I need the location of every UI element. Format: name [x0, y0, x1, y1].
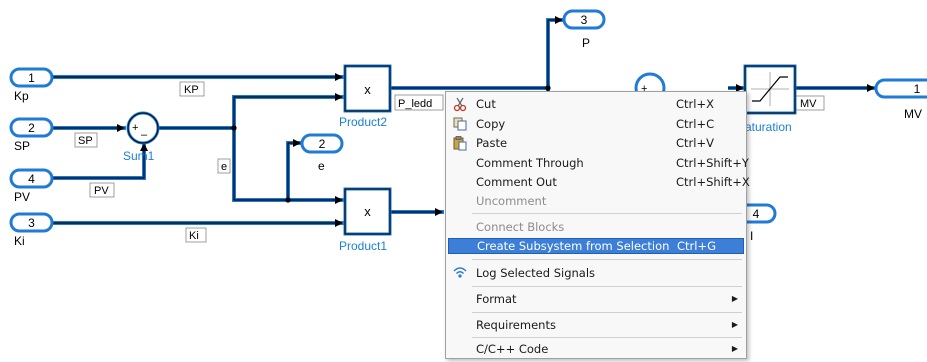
menu-separator [472, 259, 742, 260]
submenu-arrow-icon: ▶ [731, 320, 738, 329]
signal-label-mv[interactable]: MV [795, 95, 825, 111]
copy-icon [453, 117, 467, 131]
svg-text:Ki: Ki [14, 234, 25, 248]
signal-logging-icon [453, 267, 467, 278]
svg-text:3: 3 [581, 13, 588, 27]
menu-item-format[interactable]: Format ▶ [448, 290, 744, 308]
saturation-block[interactable]: aturation [743, 64, 797, 134]
signal-label-ki[interactable]: Ki [185, 227, 207, 243]
inport-kp[interactable]: 1 Kp [9, 67, 54, 103]
svg-text:4: 4 [753, 207, 760, 221]
svg-text:4: 4 [28, 172, 35, 186]
menu-item-log-signals-label: Log Selected Signals [476, 266, 596, 280]
submenu-arrow-icon: ▶ [731, 344, 738, 353]
svg-text:x: x [364, 204, 371, 219]
svg-text:PV: PV [94, 185, 109, 197]
scissors-icon [453, 97, 467, 112]
svg-text:MV: MV [904, 107, 922, 121]
menu-item-comment-through-label: Comment Through [476, 156, 584, 170]
svg-text:Ki: Ki [189, 230, 199, 242]
menu-item-requirements[interactable]: Requirements ▶ [448, 316, 744, 334]
menu-item-create-subsystem-shortcut: Ctrl+G [677, 239, 717, 253]
menu-item-format-label: Format [476, 292, 517, 306]
svg-text:1: 1 [914, 82, 921, 96]
svg-text:2: 2 [319, 137, 326, 151]
menu-item-uncomment-label: Uncomment [476, 194, 547, 208]
signal-label-p-ledd[interactable]: P_ledd [394, 94, 444, 111]
svg-text:MV: MV [800, 98, 817, 110]
outport-mv[interactable]: 1 MV [874, 78, 927, 121]
svg-text:I: I [750, 229, 753, 243]
menu-item-uncomment[interactable]: Uncomment [448, 192, 744, 210]
inport-sp[interactable]: 2 SP [9, 117, 54, 153]
outport-e[interactable]: 2 e [300, 133, 344, 173]
menu-item-connect-blocks[interactable]: Connect Blocks [448, 218, 744, 236]
menu-item-code-label: C/C++ Code [476, 342, 549, 356]
paste-icon [453, 136, 467, 151]
svg-text:–: – [141, 129, 148, 141]
signal-label-e[interactable]: e [217, 158, 231, 174]
svg-text:Product2: Product2 [339, 115, 387, 129]
menu-item-copy-shortcut: Ctrl+C [676, 117, 715, 131]
menu-item-code[interactable]: C/C++ Code ▶ [448, 340, 744, 358]
svg-text:2: 2 [28, 121, 35, 135]
svg-text:KP: KP [184, 84, 199, 96]
menu-item-comment-through[interactable]: Comment Through Ctrl+Shift+Y [448, 154, 749, 172]
outport-p[interactable]: 3 P [562, 9, 606, 50]
menu-item-log-signals[interactable]: Log Selected Signals [448, 264, 744, 282]
svg-text:e: e [221, 161, 227, 173]
svg-text:x: x [364, 82, 371, 97]
context-menu: Cut Ctrl+X Copy Ctrl+C Paste Ctrl+V Comm… [445, 91, 750, 359]
product2-block[interactable]: x Product2 [339, 64, 392, 129]
menu-separator [472, 213, 742, 214]
menu-item-cut-shortcut: Ctrl+X [676, 97, 714, 111]
menu-item-paste-label: Paste [476, 136, 508, 150]
inport-ki[interactable]: 3 Ki [9, 212, 54, 248]
svg-text:SP: SP [14, 139, 30, 153]
signal-label-pv[interactable]: PV [89, 182, 115, 198]
menu-item-comment-out[interactable]: Comment Out Ctrl+Shift+X [448, 173, 750, 191]
menu-item-comment-out-shortcut: Ctrl+Shift+X [676, 175, 750, 189]
svg-text:Sum1: Sum1 [123, 149, 155, 163]
menu-item-comment-out-label: Comment Out [476, 175, 557, 189]
menu-item-create-subsystem-label: Create Subsystem from Selection [477, 239, 670, 253]
menu-item-create-subsystem[interactable]: Create Subsystem from Selection Ctrl+G [448, 238, 744, 254]
menu-item-copy-label: Copy [476, 117, 506, 131]
svg-text:PV: PV [14, 190, 30, 204]
signal-label-kp[interactable]: KP [179, 81, 205, 97]
svg-text:+: + [132, 122, 138, 134]
menu-item-connect-blocks-label: Connect Blocks [476, 220, 565, 234]
svg-text:Kp: Kp [14, 89, 29, 103]
svg-text:e: e [318, 159, 325, 173]
menu-item-requirements-label: Requirements [476, 318, 556, 332]
svg-text:SP: SP [78, 135, 93, 147]
menu-item-paste[interactable]: Paste Ctrl+V [448, 134, 744, 152]
svg-text:1: 1 [28, 71, 35, 85]
menu-separator [472, 286, 742, 287]
sum1-block[interactable]: + – Sum1 [123, 111, 160, 163]
svg-text:Product1: Product1 [339, 239, 387, 253]
menu-separator [472, 337, 742, 338]
svg-text:P: P [582, 36, 590, 50]
menu-item-cut-label: Cut [476, 97, 496, 111]
svg-text:3: 3 [28, 216, 35, 230]
inport-pv[interactable]: 4 PV [9, 168, 54, 204]
menu-item-copy[interactable]: Copy Ctrl+C [448, 115, 744, 133]
svg-text:aturation: aturation [745, 120, 792, 134]
submenu-arrow-icon: ▶ [731, 294, 738, 303]
menu-item-comment-through-shortcut: Ctrl+Shift+Y [676, 156, 749, 170]
product1-block[interactable]: x Product1 [339, 187, 392, 253]
menu-item-cut[interactable]: Cut Ctrl+X [448, 95, 744, 113]
menu-separator [472, 312, 742, 313]
menu-item-paste-shortcut: Ctrl+V [676, 136, 714, 150]
svg-text:P_ledd: P_ledd [398, 98, 432, 110]
signal-label-sp[interactable]: SP [74, 132, 98, 148]
